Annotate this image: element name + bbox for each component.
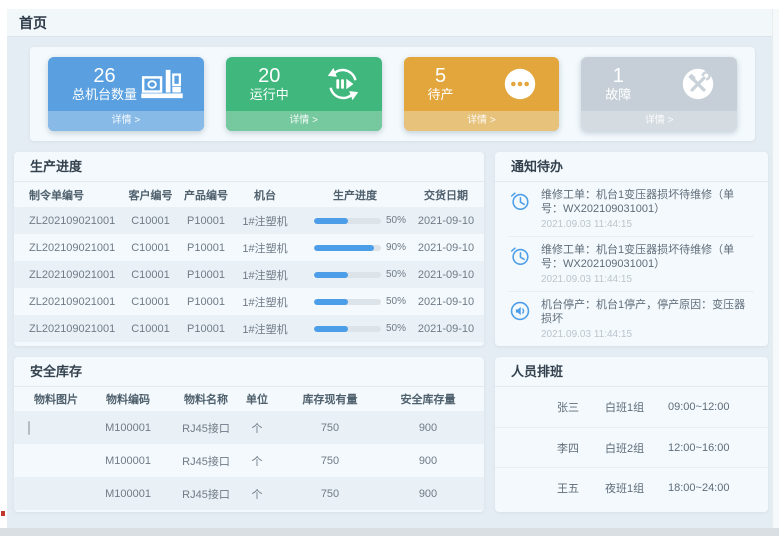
column-header: 客户编号 [123, 187, 178, 203]
panel-title: 人员排班 [495, 357, 768, 387]
progress-bar: 50% [296, 215, 414, 226]
stat-label: 待产 [428, 87, 454, 103]
page-header: 首页 [7, 9, 772, 37]
notification-time: 2021.09.03 11:44:15 [541, 328, 754, 341]
notifications-panel: 通知待办 维修工单：机台1变压器损坏待维修（单号：WX202109031001）… [495, 152, 768, 346]
table-row: M100001 RJ45接口 个 750 900 [14, 477, 484, 510]
inventory-table-body: M100001 RJ45接口 个 750 900 M100001 RJ45接口 … [14, 411, 484, 510]
detail-link-label: 详情 > [645, 115, 674, 126]
column-header: 安全库存量 [386, 391, 470, 407]
progress-bar: 50% [296, 296, 414, 307]
staff-time: 09:00~12:00 [668, 401, 768, 413]
stat-card-running[interactable]: 20 运行中 [226, 57, 382, 131]
card-detail-link[interactable]: 详情 > [226, 111, 382, 131]
stat-label: 运行中 [250, 87, 289, 103]
notification-item[interactable]: 机台停产：机台1停产，停产原因：变压器损坏 2021.09.03 11:44:1… [509, 292, 754, 346]
production-table-header: 制令单编号 客户编号 产品编号 机台 生产进度 交货日期 [14, 182, 484, 207]
stat-card-fault[interactable]: 1 故障 [581, 57, 737, 131]
stat-card-waiting[interactable]: 5 待产 详情 > [404, 57, 560, 131]
ellipsis-icon [501, 65, 539, 103]
staff-schedule-panel: 人员排班 张三 白班1组 09:00~12:00 李四 白班2组 12:00~1… [495, 357, 768, 512]
column-header: 机台 [234, 187, 296, 203]
stat-label: 总机台数量 [72, 87, 137, 103]
tools-icon [679, 65, 717, 103]
staff-shift: 白班2组 [605, 440, 668, 456]
stat-cards-panel: 26 总机台数量 详情 [30, 47, 755, 141]
safety-stock-panel: 安全库存 物料图片 物料编码 物料名称 单位 库存现有量 安全库存量 M1000… [14, 357, 484, 512]
schedule-list: 张三 白班1组 09:00~12:00 李四 白班2组 12:00~16:00 … [495, 387, 768, 507]
schedule-row: 李四 白班2组 12:00~16:00 [495, 427, 768, 467]
stat-value: 26 [72, 65, 137, 87]
notification-dot [1, 511, 5, 516]
table-row: M100001 RJ45接口 个 750 900 [14, 411, 484, 444]
progress-bar: 50% [296, 269, 414, 280]
notification-time: 2021.09.03 11:44:15 [541, 218, 754, 231]
clock-icon [509, 188, 533, 231]
vertical-scrollbar[interactable] [772, 9, 779, 528]
progress-bar: 90% [296, 242, 414, 253]
table-row: ZL202109021001 C10001 P10001 1#注塑机 50% 2… [14, 315, 484, 342]
speaker-icon [509, 298, 533, 341]
progress-bar: 50% [296, 323, 414, 334]
table-row: ZL202109021001 C10001 P10001 1#注塑机 50% 2… [14, 261, 484, 288]
inventory-table-header: 物料图片 物料编码 物料名称 单位 库存现有量 安全库存量 [14, 387, 484, 411]
table-row: M100001 RJ45接口 个 750 900 [14, 444, 484, 477]
staff-name: 李四 [557, 440, 605, 456]
column-header: 物料图片 [28, 391, 84, 407]
staff-time: 18:00~24:00 [668, 482, 768, 494]
column-header: 制令单编号 [29, 187, 123, 203]
stat-card-total-machines[interactable]: 26 总机台数量 详情 [48, 57, 204, 131]
notification-item[interactable]: 维修工单：机台1变压器损坏待维修（单号：WX202109031001） 2021… [509, 182, 754, 237]
card-detail-link[interactable]: 详情 > [48, 111, 204, 131]
staff-name: 张三 [557, 399, 605, 415]
staff-shift: 白班1组 [605, 399, 668, 415]
column-header: 库存现有量 [274, 391, 386, 407]
running-icon [324, 65, 362, 103]
detail-link-label: 详情 > [289, 115, 318, 126]
production-table-body: ZL202109021001 C10001 P10001 1#注塑机 50% 2… [14, 207, 484, 342]
notification-text: 维修工单：机台1变压器损坏待维修（单号：WX202109031001） [541, 188, 754, 216]
mes-dashboard: 首页 26 总机台数量 [0, 0, 779, 536]
stat-value: 5 [428, 65, 454, 87]
rj45-connector-photo [28, 421, 30, 435]
staff-shift: 夜班1组 [605, 480, 668, 496]
panel-title: 通知待办 [495, 152, 768, 182]
card-detail-link[interactable]: 详情 > [581, 111, 737, 131]
panel-title: 安全库存 [14, 357, 484, 387]
table-row: ZL202109021001 C10001 P10001 1#注塑机 50% 2… [14, 207, 484, 234]
table-row: ZL202109021001 C10001 P10001 1#注塑机 90% 2… [14, 234, 484, 261]
horizontal-scrollbar[interactable] [0, 528, 779, 536]
column-header: 生产进度 [296, 187, 414, 203]
stat-value: 20 [250, 65, 289, 87]
notification-time: 2021.09.03 11:44:15 [541, 273, 754, 286]
column-header: 物料名称 [172, 391, 240, 407]
tab-home[interactable]: 首页 [19, 13, 47, 33]
schedule-row: 张三 白班1组 09:00~12:00 [495, 387, 768, 427]
stat-value: 1 [605, 65, 631, 87]
panel-title: 生产进度 [14, 152, 484, 182]
notification-list: 维修工单：机台1变压器损坏待维修（单号：WX202109031001） 2021… [495, 182, 768, 346]
notification-text: 机台停产：机台1停产，停产原因：变压器损坏 [541, 298, 754, 326]
column-header: 单位 [240, 391, 274, 407]
detail-link-label: 详情 > [112, 115, 141, 126]
schedule-row: 王五 夜班1组 18:00~24:00 [495, 467, 768, 507]
stat-label: 故障 [605, 87, 631, 103]
production-progress-panel: 生产进度 制令单编号 客户编号 产品编号 机台 生产进度 交货日期 ZL2021… [14, 152, 484, 346]
table-row: ZL202109021001 C10001 P10001 1#注塑机 50% 2… [14, 288, 484, 315]
clock-icon [509, 243, 533, 286]
column-header: 物料编码 [84, 391, 172, 407]
notification-item[interactable]: 维修工单：机台1变压器损坏待维修（单号：WX202109031001） 2021… [509, 237, 754, 292]
machine-icon [140, 68, 184, 100]
content-area: 26 总机台数量 详情 [7, 37, 772, 528]
staff-name: 王五 [557, 480, 605, 496]
staff-time: 12:00~16:00 [668, 442, 768, 454]
notification-text: 维修工单：机台1变压器损坏待维修（单号：WX202109031001） [541, 243, 754, 271]
card-detail-link[interactable]: 详情 > [404, 111, 560, 131]
column-header: 产品编号 [178, 187, 234, 203]
detail-link-label: 详情 > [467, 115, 496, 126]
column-header: 交货日期 [414, 187, 478, 203]
